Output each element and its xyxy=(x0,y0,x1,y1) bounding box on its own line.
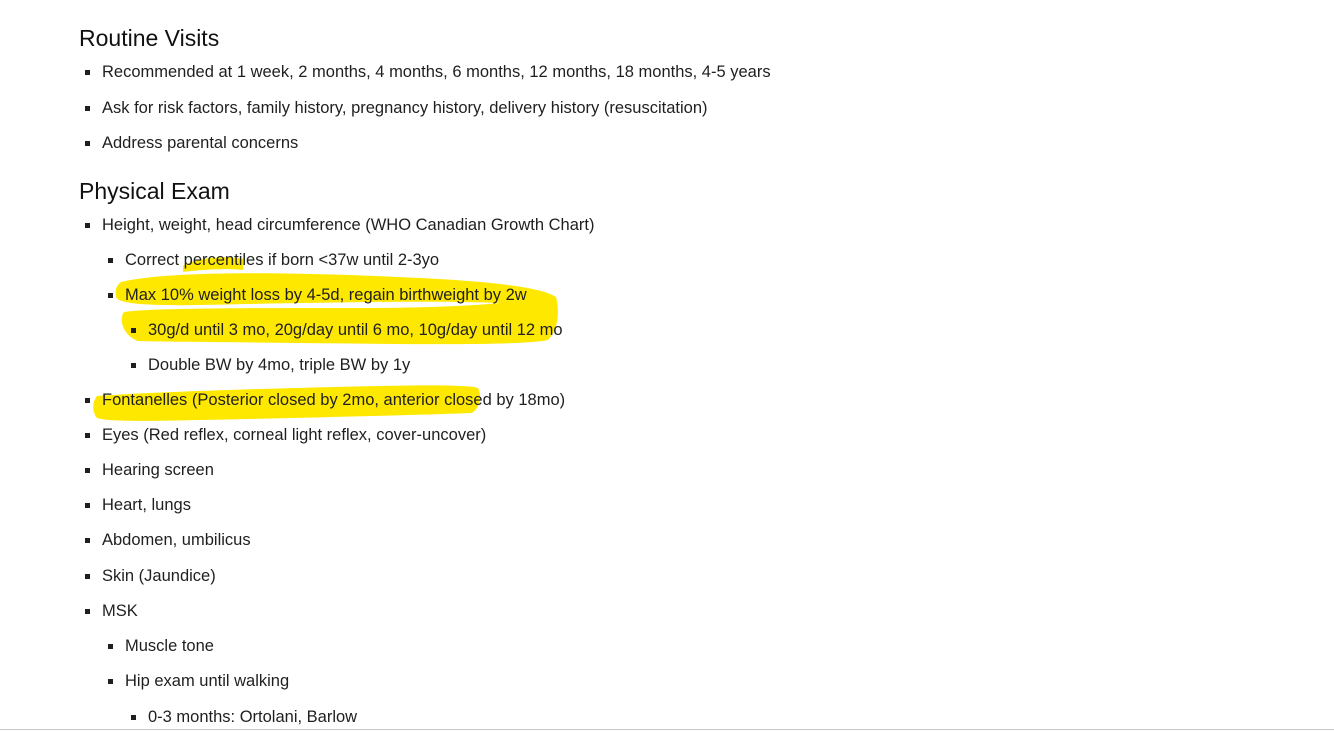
list-item-text: Muscle tone xyxy=(125,637,214,655)
list-item: Eyes (Red reflex, corneal light reflex, … xyxy=(85,424,487,446)
list-item-text: Eyes (Red reflex, corneal light reflex, … xyxy=(102,426,487,444)
list-item-text: Fontanelles (Posterior closed by 2mo, an… xyxy=(102,391,566,409)
square-bullet-icon xyxy=(85,223,90,228)
square-bullet-icon xyxy=(85,574,90,579)
list-item: Double BW by 4mo, triple BW by 1y xyxy=(131,354,411,376)
list-item-text: Correct percentiles if born <37w until 2… xyxy=(125,251,440,269)
square-bullet-icon xyxy=(108,644,113,649)
square-bullet-icon xyxy=(85,433,90,438)
square-bullet-icon xyxy=(108,258,113,263)
square-bullet-icon xyxy=(131,715,136,720)
list-item: Correct percentiles if born <37w until 2… xyxy=(108,249,440,271)
list-item: Hearing screen xyxy=(85,459,214,481)
list-item-text: Address parental concerns xyxy=(102,134,299,152)
square-bullet-icon xyxy=(108,679,113,684)
square-bullet-icon xyxy=(85,106,90,111)
list-item: Fontanelles (Posterior closed by 2mo, an… xyxy=(85,389,566,411)
section-heading-physical-exam: Physical Exam xyxy=(79,178,230,204)
list-item: Recommended at 1 week, 2 months, 4 month… xyxy=(85,61,771,83)
list-item-text: Height, weight, head circumference (WHO … xyxy=(102,216,595,234)
list-item: Abdomen, umbilicus xyxy=(85,529,251,551)
square-bullet-icon xyxy=(85,141,90,146)
list-item-text: Recommended at 1 week, 2 months, 4 month… xyxy=(102,63,771,81)
list-item: Address parental concerns xyxy=(85,132,299,154)
list-item-text: Heart, lungs xyxy=(102,496,191,514)
list-item: Muscle tone xyxy=(108,635,214,657)
list-item-text: Hip exam until walking xyxy=(125,672,290,690)
list-item-text: Double BW by 4mo, triple BW by 1y xyxy=(148,356,411,374)
list-item-text: 0-3 months: Ortolani, Barlow xyxy=(148,708,358,726)
notes-content: Routine Visits Recommended at 1 week, 2 … xyxy=(0,0,1334,731)
square-bullet-icon xyxy=(85,503,90,508)
list-item: 30g/d until 3 mo, 20g/day until 6 mo, 10… xyxy=(131,319,563,341)
document-page: Routine Visits Recommended at 1 week, 2 … xyxy=(0,0,1334,731)
list-item: Height, weight, head circumference (WHO … xyxy=(85,214,595,236)
list-item: Skin (Jaundice) xyxy=(85,565,216,587)
list-item: Ask for risk factors, family history, pr… xyxy=(85,97,708,119)
square-bullet-icon xyxy=(85,538,90,543)
list-item: Heart, lungs xyxy=(85,494,191,516)
square-bullet-icon xyxy=(131,363,136,368)
list-item-text: Max 10% weight loss by 4-5d, regain birt… xyxy=(125,286,527,304)
square-bullet-icon xyxy=(85,70,90,75)
list-item-text: Abdomen, umbilicus xyxy=(102,531,251,549)
list-item-text: MSK xyxy=(102,602,138,620)
square-bullet-icon xyxy=(131,328,136,333)
square-bullet-icon xyxy=(85,609,90,614)
square-bullet-icon xyxy=(108,293,113,298)
section-heading-routine-visits: Routine Visits xyxy=(79,25,220,51)
square-bullet-icon xyxy=(85,468,90,473)
list-item: Max 10% weight loss by 4-5d, regain birt… xyxy=(108,284,527,306)
list-item: Hip exam until walking xyxy=(108,670,290,692)
list-item-text: 30g/d until 3 mo, 20g/day until 6 mo, 10… xyxy=(148,321,563,339)
list-item-text: Hearing screen xyxy=(102,461,214,479)
list-item-text: Skin (Jaundice) xyxy=(102,567,216,585)
list-item: 0-3 months: Ortolani, Barlow xyxy=(131,706,358,728)
square-bullet-icon xyxy=(85,398,90,403)
list-item: MSK xyxy=(85,600,138,622)
list-item-text: Ask for risk factors, family history, pr… xyxy=(102,99,708,117)
